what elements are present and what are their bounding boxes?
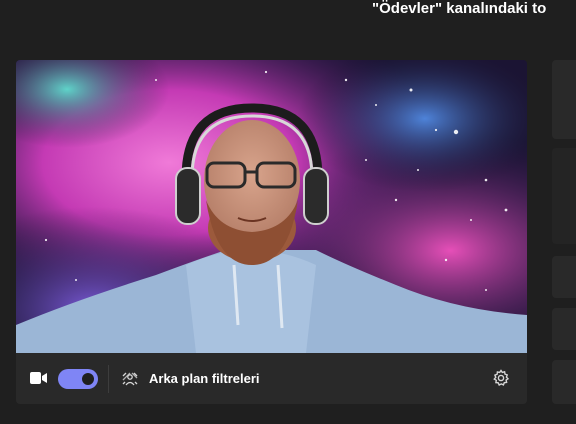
background-effects-icon	[122, 372, 138, 386]
controls-divider	[108, 365, 109, 393]
video-camera-icon[interactable]	[30, 371, 48, 385]
background-filters-button[interactable]: Arka plan filtreleri	[120, 363, 280, 395]
camera-preview	[16, 60, 527, 353]
gear-icon[interactable]	[492, 369, 510, 387]
side-option-panel[interactable]	[552, 360, 576, 404]
side-option-panel[interactable]	[552, 308, 576, 350]
meeting-title: "Ödevler" kanalındaki to	[372, 0, 547, 17]
background-filters-label: Arka plan filtreleri	[149, 371, 260, 386]
video-preview-card: Arka plan filtreleri	[16, 60, 527, 404]
camera-toggle[interactable]	[58, 369, 98, 389]
side-option-panel[interactable]	[552, 148, 576, 244]
camera-toggle-knob	[82, 373, 94, 385]
meeting-prejoin-screen: "Ödevler" kanalındaki to Arka plan filtr…	[0, 0, 576, 424]
side-option-panel[interactable]	[552, 256, 576, 298]
side-option-panel[interactable]	[552, 60, 576, 139]
device-controls-bar: Arka plan filtreleri	[16, 353, 527, 404]
